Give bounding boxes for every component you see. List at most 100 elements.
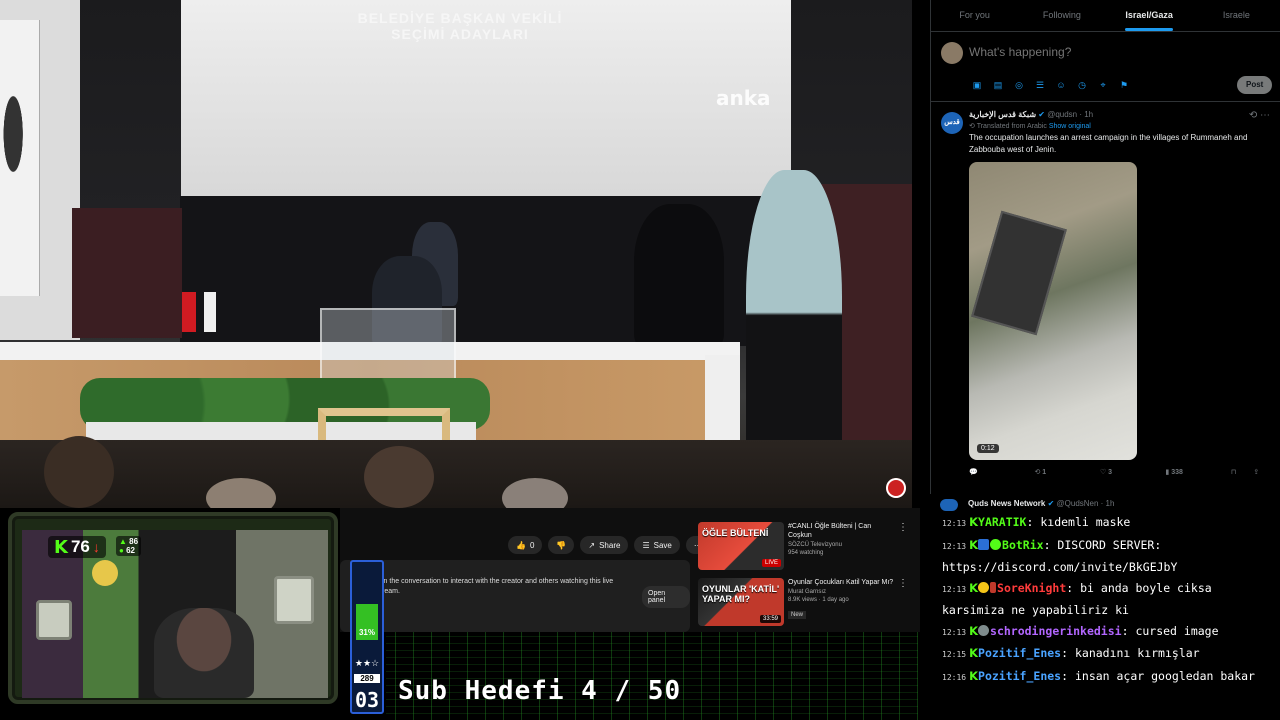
timeline-tabs: For you Following Israel/Gaza Israele (931, 0, 1280, 32)
emoji-icon[interactable]: ☺ (1055, 79, 1067, 91)
channel-logo-icon (886, 478, 906, 498)
kick-viewer-badge: K 76 ↓ (48, 536, 106, 558)
streamer (154, 608, 254, 698)
retro-tv-icon (274, 576, 314, 624)
compose-input[interactable] (969, 45, 1219, 59)
gif-icon[interactable]: ▤ (992, 79, 1004, 91)
tweet-video[interactable]: 0:12 (969, 162, 1137, 460)
projection-title: BELEDİYE BAŞKAN VEKİLİ SEÇİMİ ADAYLARI (357, 10, 563, 42)
bot-badge-icon (978, 538, 990, 550)
arrow-down-icon: ↓ (92, 539, 100, 555)
party-flag (204, 292, 216, 332)
chat-message: 12:15 KPozitif_Enes: kanadını kırmışlar (942, 646, 1200, 660)
tweet-handle[interactable]: @qudsn · 1h (1047, 110, 1093, 119)
tab-for-you[interactable]: For you (931, 0, 1018, 31)
channel-name[interactable]: Murat Garnsız (788, 589, 896, 595)
video-duration: 33:59 (759, 615, 781, 623)
channel-name[interactable]: SÖZCÜ Televizyonu (788, 542, 896, 548)
save-button[interactable]: ☰ Save (634, 536, 680, 554)
video-title[interactable]: #CANLI Öğle Bülteni | Can Coşkun (788, 522, 896, 540)
person-walking (746, 170, 842, 486)
turkish-flag (182, 292, 196, 332)
video-duration: 0:12 (977, 444, 999, 453)
tweet-author[interactable]: Quds News Network (968, 499, 1045, 508)
post-button[interactable]: Post (1237, 76, 1273, 94)
retweet-button[interactable]: ⟲ 1 (1034, 468, 1099, 482)
share-button[interactable]: ↗ Share (580, 536, 629, 554)
tweet[interactable]: قدس ⟲ ⋯ شبكة قدس الإخبارية ✔ @qudsn · 1h… (931, 102, 1280, 482)
dislike-button[interactable]: 👎 (548, 536, 575, 554)
tab-following[interactable]: Following (1018, 0, 1105, 31)
chat-username[interactable]: SoreKnight (997, 581, 1066, 595)
translation-note: ⟲ Translated from Arabic Show original (969, 122, 1272, 130)
message-time: 12:13 (942, 541, 967, 551)
verified-badge-icon (990, 538, 1002, 550)
message-text: insan açar googledan bakar (1074, 668, 1255, 683)
thumbs-up-icon: 👍 (516, 540, 526, 550)
poll-icon[interactable]: ☰ (1034, 79, 1046, 91)
open-panel-button[interactable]: Open panel (642, 586, 690, 608)
grok-icon[interactable]: ⟲ ⋯ (1249, 110, 1270, 121)
translate-icon: ⟲ (969, 123, 975, 130)
live-badge: LIVE (761, 559, 781, 567)
views-button[interactable]: ▮ 338 (1165, 468, 1230, 482)
video-watermark: anka (716, 86, 771, 110)
share-label: Share (599, 540, 621, 550)
tweet-author[interactable]: شبكة قدس الإخبارية (969, 110, 1036, 119)
chat-message: 12:13 KYARATIK: kıdemli maske (942, 515, 1131, 529)
message-text: kıdemli maske (1040, 515, 1131, 529)
kick-badge-icon: K (969, 580, 979, 595)
x-timeline-panel: For you Following Israel/Gaza Israele ▣ … (930, 0, 1280, 494)
stat-people-icon: ● (119, 546, 124, 555)
tweet-handle[interactable]: @QudsNen · 1h (1057, 499, 1115, 508)
like-button[interactable]: 👍 0 (508, 536, 543, 554)
radiation-sign-icon (92, 560, 118, 586)
stat-bottom: 62 (126, 546, 135, 555)
bookmark-icon[interactable]: ⊓ (1231, 468, 1253, 482)
location-icon[interactable]: ⌖ (1097, 79, 1109, 91)
chat-notice-line2: in the conversation to interact with the… (382, 578, 614, 585)
share-icon[interactable]: ⇪ (1253, 468, 1272, 482)
person-voter (634, 204, 724, 348)
sub-goal-count: 289 (354, 674, 380, 683)
tab-israele[interactable]: Israele (1193, 0, 1280, 31)
compose-box: ▣ ▤ ◎ ☰ ☺ ◷ ⌖ ⚑ Post (931, 32, 1280, 102)
tab-israel-gaza[interactable]: Israel/Gaza (1106, 0, 1193, 31)
retweet-count: 1 (1042, 469, 1047, 476)
sub-goal-percent: 31% (358, 628, 375, 637)
tweet-avatar[interactable]: قدس (941, 112, 963, 134)
recommended-video[interactable]: OYUNLAR 'KATİL' YAPAR MI? 33:59 Oyunlar … (698, 578, 908, 628)
chat-username[interactable]: schrodingerinkedisi (990, 624, 1122, 638)
sub-goal-text: Sub Hedefi 4 / 50 (398, 676, 682, 706)
tweet-avatar[interactable] (940, 499, 958, 511)
gift-badge-icon (978, 581, 990, 593)
flag-icon[interactable]: ⚑ (1118, 79, 1130, 91)
avatar[interactable] (941, 42, 963, 64)
moon-badge-icon (978, 624, 990, 636)
reply-button[interactable]: 💬 (969, 468, 1034, 482)
grok-icon[interactable]: ◎ (1013, 79, 1025, 91)
kick-stats: ▲ 86 ● 62 (116, 536, 142, 556)
image-icon[interactable]: ▣ (971, 79, 983, 91)
portrait-banner (0, 20, 40, 296)
video-thumbnail[interactable]: OYUNLAR 'KATİL' YAPAR MI? 33:59 (698, 578, 784, 626)
more-vert-icon[interactable]: ⋮ (898, 578, 908, 589)
chat-username[interactable]: YARATIK (978, 515, 1026, 529)
chat-username[interactable]: Pozitif_Enes (978, 646, 1061, 660)
video-player[interactable]: BELEDİYE BAŞKAN VEKİLİ SEÇİMİ ADAYLARI a… (0, 0, 912, 508)
chat-username[interactable]: Pozitif_Enes (978, 669, 1061, 683)
video-thumbnail[interactable]: ÖĞLE BÜLTENİ LIVE (698, 522, 784, 570)
translated-label: Translated from Arabic (976, 123, 1047, 130)
save-label: Save (653, 540, 672, 550)
like-button[interactable]: ♡ 3 (1100, 468, 1165, 482)
chat-notice-line3: ream. (382, 588, 400, 595)
recommended-video[interactable]: ÖĞLE BÜLTENİ LIVE #CANLI Öğle Bülteni | … (698, 522, 908, 572)
chat-messages: 12:13 KYARATIK: kıdemli maske 12:13 K BotRi… (930, 512, 1280, 688)
show-original-link[interactable]: Show original (1049, 123, 1091, 130)
video-actions: 👍 0 👎 ↗ Share ☰ Save ⋯ (508, 536, 710, 554)
more-vert-icon[interactable]: ⋮ (898, 522, 908, 533)
chat-username[interactable]: BotRix (1002, 538, 1044, 552)
schedule-icon[interactable]: ◷ (1076, 79, 1088, 91)
thumbnail-text: ÖĞLE BÜLTENİ (702, 528, 769, 538)
video-title[interactable]: Oyunlar Çocukları Katil Yapar Mı? (788, 578, 896, 587)
